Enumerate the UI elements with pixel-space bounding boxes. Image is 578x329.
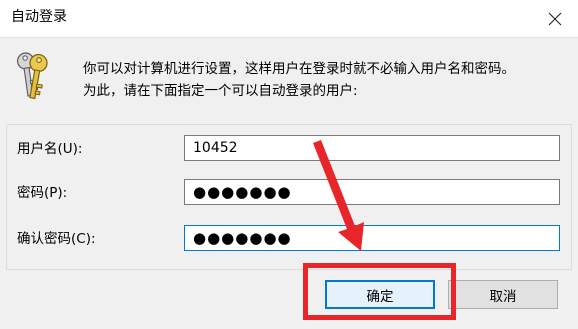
cancel-button[interactable]: 取消 xyxy=(448,280,558,309)
username-field[interactable]: 10452 xyxy=(184,135,560,161)
description-line-1: 你可以对计算机进行设置，这样用户在登录时就不必输入用户名和密码。 xyxy=(83,61,515,77)
description: 你可以对计算机进行设置，这样用户在登录时就不必输入用户名和密码。 为此，请在下面… xyxy=(83,58,563,102)
password-label: 密码(P): xyxy=(17,185,68,201)
username-label: 用户名(U): xyxy=(17,141,83,157)
ok-button[interactable]: 确定 xyxy=(325,280,435,309)
password-field[interactable]: ●●●●●●● xyxy=(184,179,560,205)
confirm-password-field[interactable]: ●●●●●●● xyxy=(184,225,560,251)
description-line-2: 为此，请在下面指定一个可以自动登录的用户: xyxy=(83,83,358,99)
confirm-password-label: 确认密码(C): xyxy=(17,231,96,247)
close-button[interactable] xyxy=(532,0,578,37)
keys-icon xyxy=(16,52,48,100)
close-icon xyxy=(548,12,562,25)
window-title: 自动登录 xyxy=(11,9,67,25)
title-bar: 自动登录 xyxy=(0,0,578,38)
